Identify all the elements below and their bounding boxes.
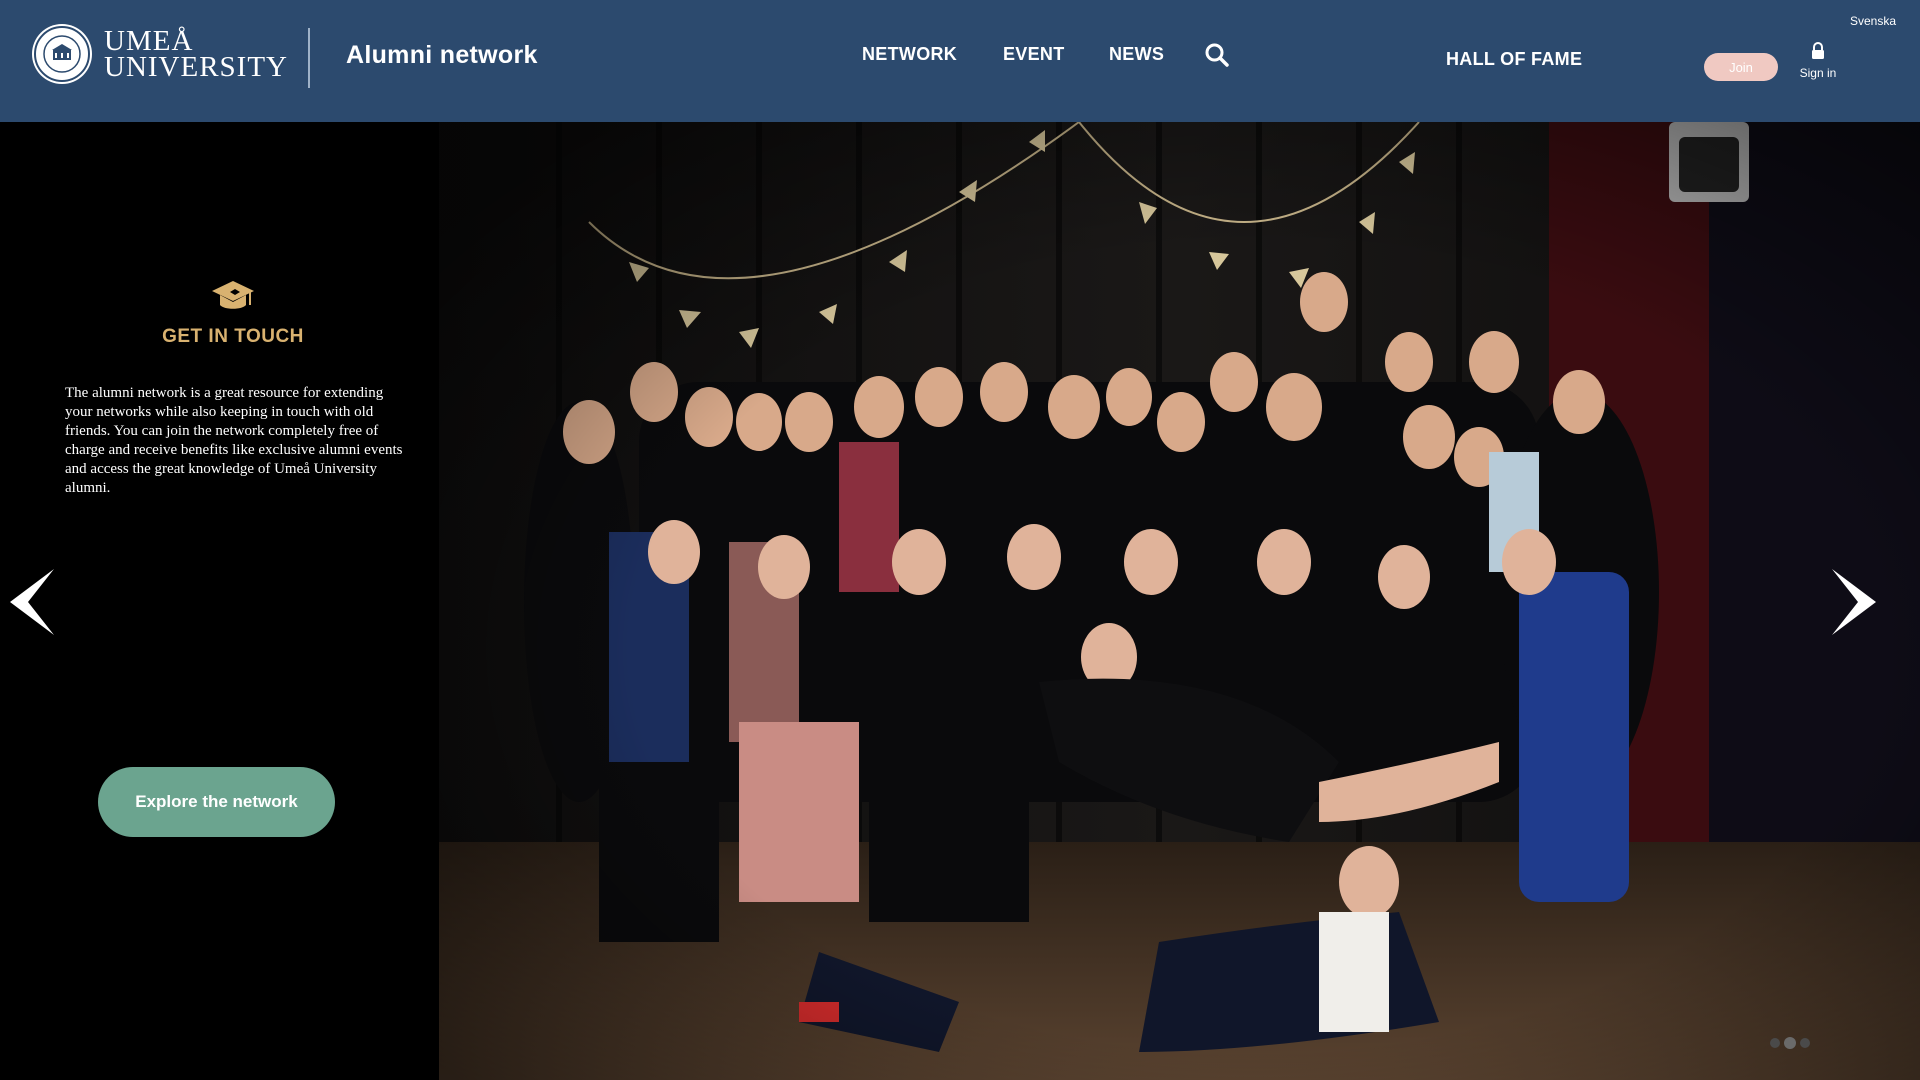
carousel-dot[interactable] <box>1800 1038 1810 1048</box>
nav-network[interactable]: NETWORK <box>862 44 957 65</box>
hero-carousel: GET IN TOUCH The alumni network is a gre… <box>0 122 1920 1080</box>
explore-network-button[interactable]: Explore the network <box>98 767 335 837</box>
lock-icon <box>1812 42 1824 59</box>
nav-news[interactable]: NEWS <box>1109 44 1164 65</box>
get-in-touch-title: GET IN TOUCH <box>162 326 304 347</box>
carousel-dots <box>1770 1037 1810 1049</box>
site-header: UMEÅ UNIVERSITY Alumni network NETWORK E… <box>0 0 1920 122</box>
logo-divider <box>308 28 310 88</box>
intro-text: The alumni network is a great resource f… <box>65 385 403 496</box>
university-seal-icon <box>34 26 90 82</box>
graduation-cap-icon <box>212 281 254 309</box>
join-button[interactable]: Join <box>1704 53 1778 81</box>
hero-photo <box>439 122 1920 1080</box>
logo-line-2: UNIVERSITY <box>104 51 288 83</box>
logo-wordmark: UMEÅ UNIVERSITY <box>104 27 288 83</box>
carousel-dot-active[interactable] <box>1784 1037 1796 1049</box>
nav-event[interactable]: EVENT <box>1003 44 1065 65</box>
chevron-right-icon[interactable] <box>1826 567 1878 637</box>
chevron-left-icon[interactable] <box>8 567 60 637</box>
get-in-touch-panel: GET IN TOUCH The alumni network is a gre… <box>0 122 439 1080</box>
sign-in-link[interactable]: Sign in <box>1790 42 1846 80</box>
search-icon[interactable] <box>1204 42 1230 68</box>
sign-in-label: Sign in <box>1799 66 1837 80</box>
site-title[interactable]: Alumni network <box>346 41 538 70</box>
language-switch[interactable]: Svenska <box>1850 14 1896 28</box>
carousel-dot[interactable] <box>1770 1038 1780 1048</box>
nav-hall-of-fame[interactable]: HALL OF FAME <box>1446 49 1582 70</box>
university-logo[interactable]: UMEÅ UNIVERSITY <box>34 26 288 82</box>
